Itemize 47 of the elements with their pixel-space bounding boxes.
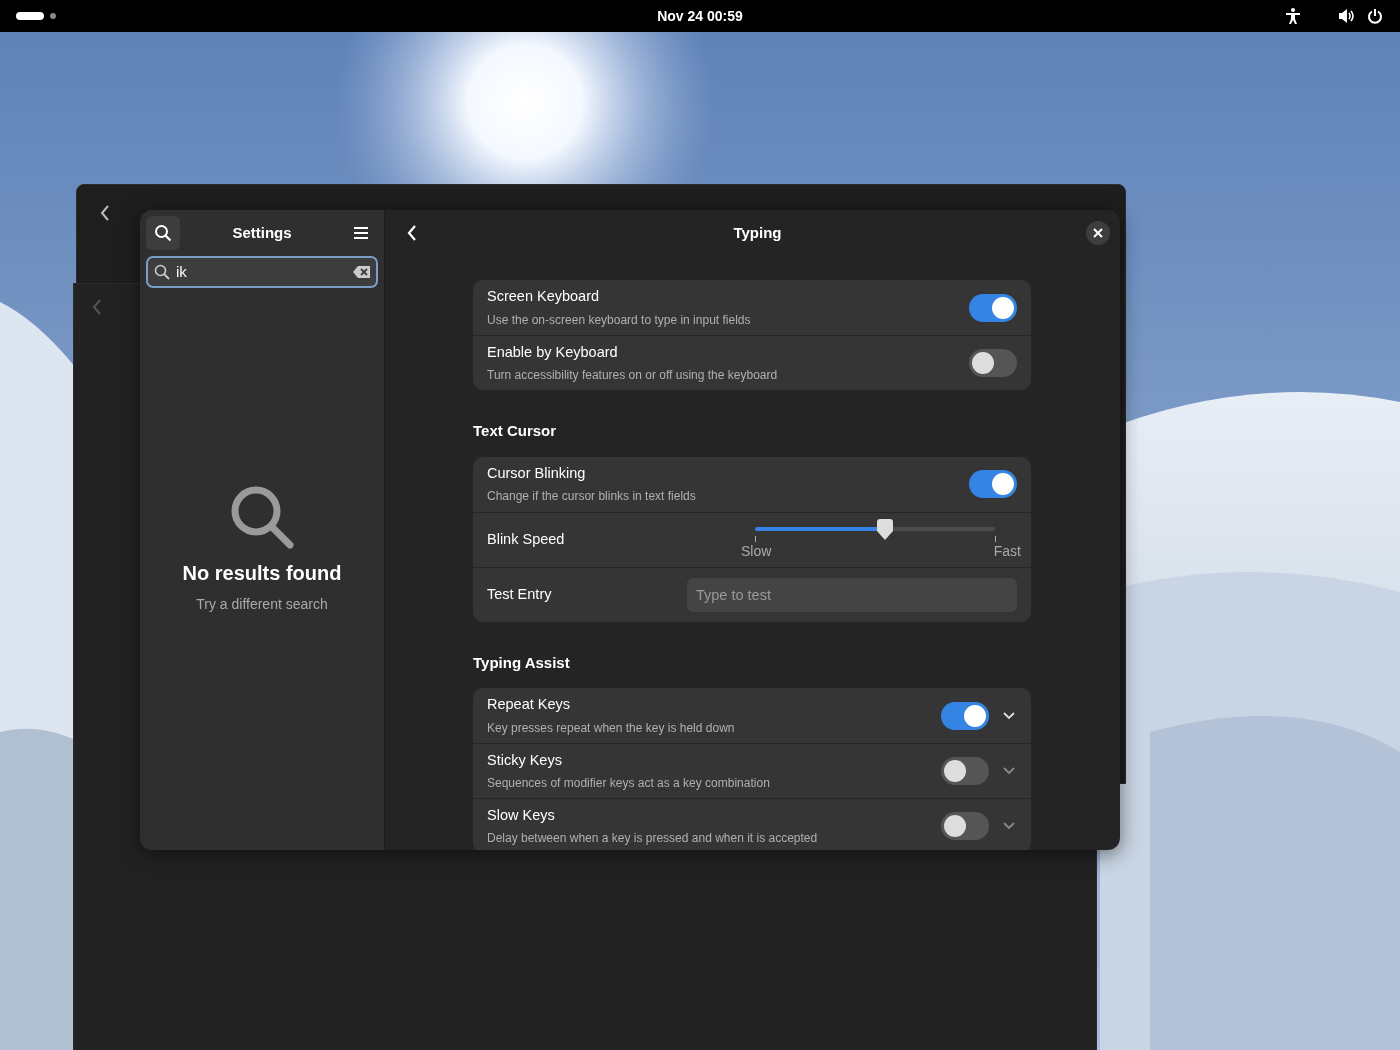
- text-entry[interactable]: Type to test: [687, 577, 1017, 612]
- empty-subtitle: Try a different search: [196, 594, 328, 614]
- activities-indicator-icon[interactable]: [16, 12, 57, 20]
- clear-icon[interactable]: [353, 266, 370, 278]
- empty-title: No results found: [182, 560, 342, 586]
- search-icon: [154, 264, 170, 280]
- toggle-switch[interactable]: [941, 812, 989, 840]
- toggle-switch[interactable]: [941, 757, 989, 785]
- toggle-switch[interactable]: [941, 701, 989, 730]
- row-subtitle: Use the on-screen keyboard to type in input fields: [487, 311, 751, 329]
- row-subtitle: Turn accessibility features on or off using the keyboard: [487, 367, 778, 385]
- toggle-switch[interactable]: [969, 293, 1017, 322]
- sidebar-title: Settings: [232, 223, 292, 241]
- accessibility-icon[interactable]: [1286, 8, 1300, 24]
- search-input[interactable]: ik: [176, 260, 347, 284]
- slider-max-label: Fast: [993, 542, 1021, 560]
- row-title: Slow Keys: [487, 805, 555, 825]
- slider-min-label: Slow: [741, 542, 772, 560]
- row-subtitle: Delay between when a key is pressed and when it is accepted: [487, 830, 818, 848]
- volume-icon[interactable]: [1338, 8, 1356, 24]
- row-title: Enable by Keyboard: [487, 342, 618, 362]
- section-heading: Text Cursor: [473, 421, 558, 441]
- page-title: Typing: [733, 223, 782, 241]
- row-title: Repeat Keys: [487, 695, 571, 715]
- row-title: Screen Keyboard: [487, 287, 600, 307]
- toggle-switch[interactable]: [969, 470, 1017, 498]
- search-button[interactable]: [146, 216, 180, 250]
- close-button[interactable]: [1086, 221, 1110, 245]
- back-icon: [406, 224, 418, 242]
- row-title: Test Entry: [487, 584, 552, 604]
- menu-icon: [353, 226, 369, 240]
- search-field[interactable]: ik: [146, 256, 378, 288]
- search-icon: [154, 224, 172, 242]
- row-title: Cursor Blinking: [487, 463, 586, 483]
- slider-track[interactable]: [755, 518, 995, 543]
- toggle-switch[interactable]: [969, 349, 1017, 377]
- row-title: Sticky Keys: [487, 750, 562, 770]
- power-icon[interactable]: [1367, 8, 1383, 24]
- row-subtitle: Key presses repeat when the key is held down: [487, 719, 735, 737]
- back-icon[interactable]: [99, 204, 111, 222]
- row-subtitle: Sequences of modifier keys act as a key combination: [487, 775, 770, 793]
- close-icon: [1093, 228, 1103, 238]
- slider-thumb[interactable]: [874, 518, 895, 541]
- row-subtitle: Change if the cursor blinks in text fields: [487, 488, 696, 506]
- row-title: Blink Speed: [487, 529, 565, 549]
- clock[interactable]: Nov 24 00:59: [657, 8, 743, 24]
- section-heading: Typing Assist: [473, 652, 571, 673]
